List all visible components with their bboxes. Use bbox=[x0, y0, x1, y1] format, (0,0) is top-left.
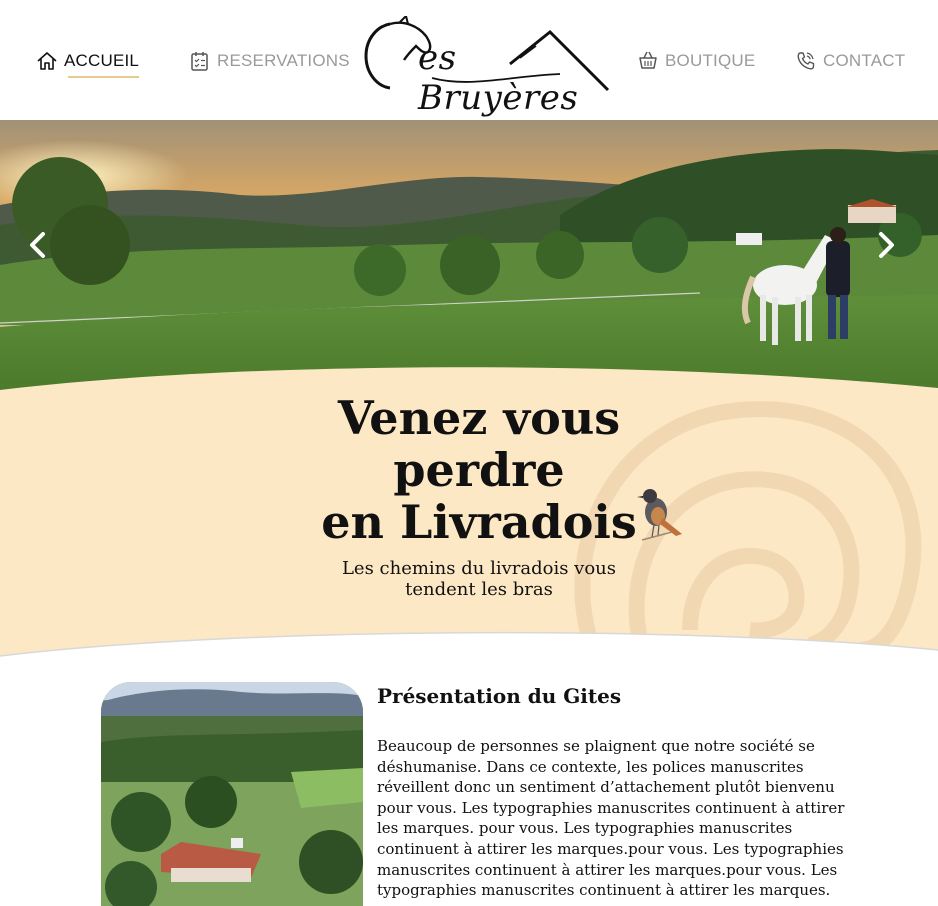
hero-headline: Venez vous perdre en Livradois bbox=[0, 392, 938, 548]
site-logo[interactable]: es Bruyères bbox=[360, 14, 612, 118]
presentation-title: Présentation du Gites bbox=[377, 684, 622, 708]
basket-icon bbox=[637, 50, 659, 72]
nav-item-boutique[interactable]: BOUTIQUE bbox=[637, 50, 755, 72]
nav-item-accueil[interactable]: ACCUEIL bbox=[36, 50, 140, 78]
nav-label-reservations: RESERVATIONS bbox=[217, 51, 350, 70]
subheadline-line-2: tendent les bras bbox=[405, 579, 553, 600]
nav-label-contact: CONTACT bbox=[823, 51, 906, 70]
headline-line-1: Venez vous bbox=[337, 391, 621, 445]
chevron-left-icon bbox=[30, 232, 45, 258]
headline-line-3: en Livradois bbox=[321, 495, 637, 549]
gite-aerial-photo bbox=[101, 682, 363, 906]
bird-icon bbox=[632, 482, 688, 546]
chevron-right-icon bbox=[879, 232, 894, 258]
headline-line-2: perdre bbox=[393, 443, 565, 497]
hero-carousel-image bbox=[0, 95, 938, 395]
home-icon bbox=[36, 50, 58, 72]
active-underline bbox=[68, 76, 140, 78]
calendar-icon bbox=[189, 50, 211, 72]
logo-text: es Bruyères bbox=[418, 38, 579, 118]
carousel-next-button[interactable] bbox=[870, 230, 900, 260]
subheadline-line-1: Les chemins du livradois vous bbox=[341, 558, 617, 579]
hero-subheadline: Les chemins du livradois vous tendent le… bbox=[0, 558, 938, 600]
phone-icon bbox=[795, 50, 817, 72]
carousel-prev-button[interactable] bbox=[24, 230, 54, 260]
site-header: ACCUEIL RESERVATIONS es Bruyères BOUTIQU… bbox=[0, 0, 938, 120]
presentation-body: Beaucoup de personnes se plaignent que n… bbox=[377, 737, 845, 900]
nav-label-boutique: BOUTIQUE bbox=[665, 51, 756, 70]
nav-item-contact[interactable]: CONTACT bbox=[795, 50, 905, 72]
nav-item-reservations[interactable]: RESERVATIONS bbox=[189, 50, 350, 72]
nav-label-accueil: ACCUEIL bbox=[64, 51, 140, 70]
